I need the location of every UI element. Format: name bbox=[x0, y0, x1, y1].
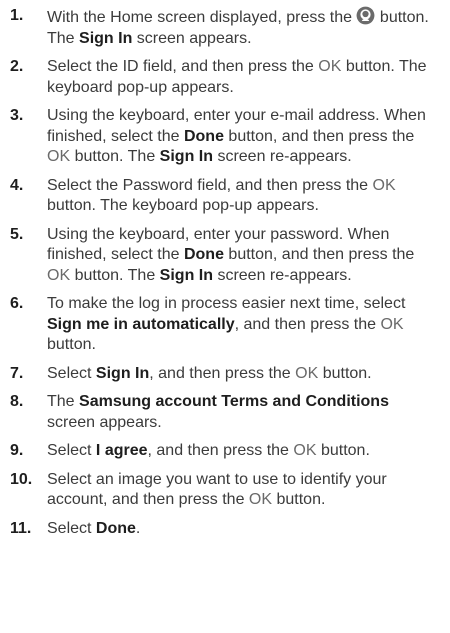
step-7: 7. Select Sign In, and then press the OK… bbox=[10, 364, 442, 385]
step-11: 11. Select Done. bbox=[10, 519, 442, 540]
step-text-run: button. The bbox=[70, 266, 160, 284]
step-text-run: screen appears. bbox=[132, 29, 252, 47]
step-number: 4. bbox=[10, 176, 24, 194]
step-text-run: button. The bbox=[70, 148, 160, 165]
bold-term: Samsung account Terms and Conditions bbox=[79, 393, 389, 410]
step-number: 2. bbox=[10, 58, 24, 75]
step-text-run: button, and then press the bbox=[223, 246, 415, 263]
steps-list: 1. With the Home screen displayed, press… bbox=[10, 6, 442, 539]
step-text-run: Select an image you want to use to ident… bbox=[47, 470, 387, 509]
step-text-run: Select bbox=[47, 364, 96, 382]
instructions-page: 1. With the Home screen displayed, press… bbox=[0, 0, 450, 633]
step-text-run: The bbox=[47, 393, 80, 410]
step-number: 8. bbox=[10, 393, 24, 410]
step-text: With the Home screen displayed, press th… bbox=[47, 6, 439, 49]
step-number: 9. bbox=[10, 442, 24, 459]
ok-button-term: OK bbox=[318, 58, 342, 75]
ok-button-term: OK bbox=[47, 148, 71, 165]
step-number: 1. bbox=[10, 7, 24, 24]
ok-button-term: OK bbox=[295, 364, 319, 382]
account-person-icon bbox=[356, 6, 375, 25]
step-text-run: screen appears. bbox=[47, 413, 162, 431]
step-text: Select Done. bbox=[47, 519, 439, 540]
step-9: 9. Select I agree, and then press the OK… bbox=[10, 441, 442, 462]
bold-term: Sign In bbox=[79, 29, 133, 47]
bold-term: Sign In bbox=[95, 364, 150, 382]
step-text-run: screen re-appears. bbox=[213, 148, 352, 165]
step-number: 11. bbox=[10, 519, 32, 537]
step-text-run: Select the ID field, and then press the bbox=[47, 58, 319, 75]
step-text: Select an image you want to use to ident… bbox=[47, 470, 439, 511]
bold-term: Done bbox=[183, 127, 224, 145]
step-text-run: button. bbox=[272, 491, 326, 508]
ok-button-term: OK bbox=[293, 442, 317, 459]
step-text: The Samsung account Terms and Conditions… bbox=[47, 392, 439, 433]
step-text-run: screen re-appears. bbox=[213, 266, 352, 284]
bold-term: Done bbox=[183, 246, 224, 263]
bold-term: I agree bbox=[95, 442, 148, 459]
step-text-run: button. bbox=[316, 442, 370, 459]
step-text-run: Select bbox=[47, 519, 96, 537]
step-4: 4. Select the Password field, and then p… bbox=[10, 176, 442, 217]
step-text-run: , and then press the bbox=[149, 364, 296, 382]
step-text: Using the keyboard, enter your password.… bbox=[47, 225, 439, 287]
step-number: 7. bbox=[10, 364, 24, 382]
bold-term: Sign In bbox=[159, 148, 213, 165]
step-text-run: , and then press the bbox=[147, 442, 294, 459]
step-text: Select I agree, and then press the OK bu… bbox=[47, 441, 439, 462]
step-text-run: Select the Password field, and then pres… bbox=[47, 176, 373, 194]
step-text-run: Select bbox=[47, 442, 96, 459]
step-8: 8. The Samsung account Terms and Conditi… bbox=[10, 392, 442, 433]
step-text-run: button. bbox=[47, 336, 96, 353]
ok-button-term: OK bbox=[47, 266, 71, 284]
step-10: 10. Select an image you want to use to i… bbox=[10, 470, 442, 511]
step-3: 3. Using the keyboard, enter your e-mail… bbox=[10, 106, 442, 168]
step-text-run: With the Home screen displayed, press th… bbox=[47, 9, 357, 26]
step-text-run: , and then press the bbox=[234, 315, 381, 333]
step-text-run: button. The keyboard pop-up appears. bbox=[47, 197, 319, 214]
step-number: 6. bbox=[10, 295, 24, 312]
step-text: To make the log in process easier next t… bbox=[47, 294, 439, 356]
step-text: Select Sign In, and then press the OK bu… bbox=[47, 364, 439, 385]
ok-button-term: OK bbox=[372, 176, 396, 194]
step-5: 5. Using the keyboard, enter your passwo… bbox=[10, 225, 442, 287]
bold-term: Sign me in automatically bbox=[47, 315, 235, 333]
step-text: Using the keyboard, enter your e-mail ad… bbox=[47, 106, 439, 168]
step-number: 3. bbox=[10, 107, 24, 124]
step-text: Select the ID field, and then press the … bbox=[47, 57, 439, 98]
step-text-run: button, and then press the bbox=[223, 127, 415, 145]
ok-button-term: OK bbox=[248, 491, 273, 508]
ok-button-term: OK bbox=[380, 315, 404, 333]
step-2: 2. Select the ID field, and then press t… bbox=[10, 57, 442, 98]
bold-term: Done bbox=[95, 519, 136, 537]
step-1: 1. With the Home screen displayed, press… bbox=[10, 6, 442, 49]
step-text: Select the Password field, and then pres… bbox=[47, 176, 439, 217]
step-text-run: . bbox=[135, 519, 141, 537]
step-text-run: To make the log in process easier next t… bbox=[47, 295, 406, 312]
step-number: 10. bbox=[10, 470, 33, 488]
step-6: 6. To make the log in process easier nex… bbox=[10, 294, 442, 356]
bold-term: Sign In bbox=[159, 266, 213, 284]
step-number: 5. bbox=[10, 225, 24, 243]
step-text-run: button. bbox=[318, 364, 372, 382]
